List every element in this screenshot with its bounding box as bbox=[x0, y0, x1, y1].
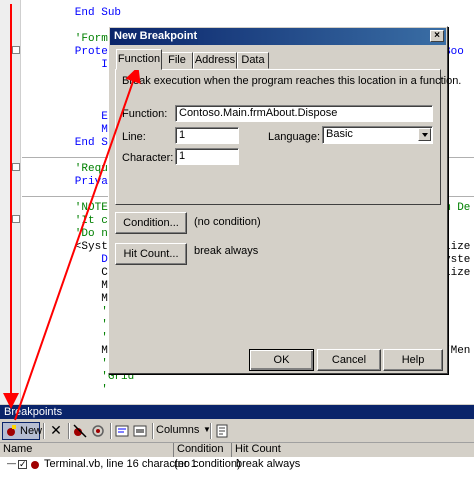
condition-button[interactable]: Condition... bbox=[115, 212, 187, 234]
language-label: Language: bbox=[268, 131, 320, 143]
hit-count-status: break always bbox=[194, 245, 259, 257]
code-text: End Sub bbox=[22, 137, 122, 149]
code-text: Dim bbox=[22, 254, 122, 266]
delete-breakpoint-button[interactable]: ✕ bbox=[47, 422, 65, 440]
clear-breakpoints-icon bbox=[73, 424, 87, 438]
outline-collapse-icon[interactable] bbox=[12, 215, 20, 223]
close-button[interactable]: × bbox=[430, 30, 444, 42]
code-line: ' bbox=[22, 384, 108, 397]
editor-gutter bbox=[0, 0, 21, 404]
tab-address[interactable]: Address bbox=[193, 52, 237, 69]
toolbar-separator bbox=[152, 423, 154, 439]
code-text: ' bbox=[22, 332, 108, 344]
table-row[interactable]: — ✓ Terminal.vb, line 16 character 1 (no… bbox=[0, 457, 474, 471]
breakpoints-list-header: Name Condition Hit Count bbox=[0, 443, 474, 457]
language-selected-value: Basic bbox=[326, 128, 353, 140]
breakpoint-condition: (no condition) bbox=[174, 458, 241, 470]
code-line: End Sub bbox=[22, 7, 121, 20]
code-line: ' bbox=[22, 306, 108, 319]
cancel-button[interactable]: Cancel bbox=[317, 349, 381, 371]
delete-icon: ✕ bbox=[50, 422, 62, 438]
disassembly-icon bbox=[133, 425, 147, 437]
code-text: ' bbox=[22, 358, 108, 370]
code-text: ' bbox=[22, 384, 108, 396]
toolbar-separator bbox=[210, 423, 212, 439]
clear-all-breakpoints-button[interactable] bbox=[71, 422, 89, 440]
description-text: Break execution when the program reaches… bbox=[122, 75, 462, 87]
column-header-name[interactable]: Name bbox=[0, 443, 174, 457]
column-header-condition[interactable]: Condition bbox=[174, 443, 232, 457]
breakpoint-enabled-checkbox[interactable]: ✓ bbox=[18, 460, 27, 469]
tab-file[interactable]: File bbox=[161, 52, 193, 69]
ok-button[interactable]: OK bbox=[249, 349, 314, 371]
function-label: Function: bbox=[122, 108, 168, 120]
new-breakpoint-dialog: New Breakpoint × Function File Address D… bbox=[108, 26, 461, 374]
code-line: End Sub bbox=[22, 137, 121, 150]
close-icon: × bbox=[434, 30, 440, 41]
expand-icon[interactable]: — bbox=[7, 456, 16, 470]
columns-dropdown-button[interactable]: Columns ▼ bbox=[155, 422, 211, 440]
dialog-title-bar[interactable]: New Breakpoint × bbox=[110, 28, 446, 45]
toolbar-separator bbox=[68, 423, 70, 439]
line-input[interactable]: 1 bbox=[175, 127, 239, 144]
toolbar-separator bbox=[43, 423, 45, 439]
properties-icon bbox=[216, 424, 228, 438]
breakpoint-dot-icon bbox=[31, 461, 39, 469]
language-select[interactable]: Basic bbox=[322, 126, 433, 144]
breakpoints-list-empty-area bbox=[0, 471, 474, 478]
outline-collapse-icon[interactable] bbox=[12, 163, 20, 171]
code-text: End bbox=[22, 111, 122, 123]
code-line: ' bbox=[22, 358, 108, 371]
go-to-disassembly-button[interactable] bbox=[131, 422, 149, 440]
breakpoints-window-title: Breakpoints bbox=[0, 405, 474, 419]
toggle-all-breakpoints-button[interactable] bbox=[89, 422, 107, 440]
help-button[interactable]: Help bbox=[383, 349, 443, 371]
code-text: Private bbox=[22, 176, 122, 188]
breakpoints-toolbar: New ✕ Columns ▼ bbox=[0, 419, 474, 443]
dialog-title: New Breakpoint bbox=[114, 30, 198, 42]
code-line: Dim bbox=[22, 254, 121, 267]
code-line: End bbox=[22, 111, 121, 124]
new-breakpoint-button[interactable]: New bbox=[2, 422, 42, 440]
tab-data[interactable]: Data bbox=[237, 52, 269, 69]
source-code-icon bbox=[115, 425, 129, 437]
function-input[interactable]: Contoso.Main.frmAbout.Dispose bbox=[175, 105, 433, 122]
new-breakpoint-icon bbox=[7, 425, 16, 436]
disable-breakpoints-icon bbox=[92, 425, 104, 437]
code-line: ' bbox=[22, 332, 108, 345]
properties-button[interactable] bbox=[213, 422, 231, 440]
code-line: Private bbox=[22, 176, 121, 189]
tab-function[interactable]: Function bbox=[116, 49, 162, 70]
outline-collapse-icon[interactable] bbox=[12, 46, 20, 54]
chevron-down-icon[interactable] bbox=[418, 128, 431, 141]
go-to-source-button[interactable] bbox=[113, 422, 131, 440]
character-label: Character: bbox=[122, 152, 174, 164]
line-label: Line: bbox=[122, 131, 146, 143]
character-input[interactable]: 1 bbox=[175, 148, 239, 165]
toolbar-separator bbox=[110, 423, 112, 439]
condition-status: (no condition) bbox=[194, 216, 261, 228]
column-header-hit-count[interactable]: Hit Count bbox=[232, 443, 474, 457]
code-text: ' bbox=[22, 306, 108, 318]
hit-count-button[interactable]: Hit Count... bbox=[115, 243, 187, 265]
code-text: End Sub bbox=[22, 7, 122, 19]
breakpoint-hit-count: break always bbox=[236, 458, 301, 470]
